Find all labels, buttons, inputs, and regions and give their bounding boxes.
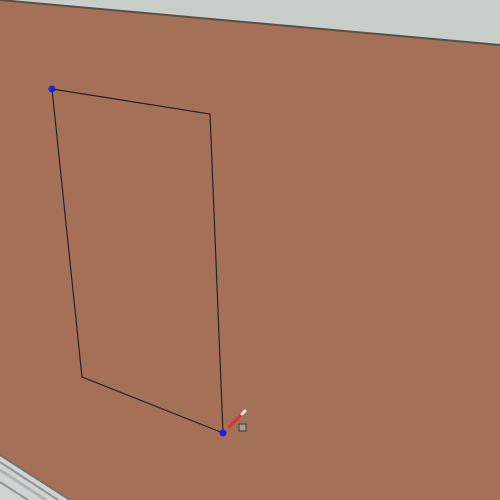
modeling-viewport[interactable]	[0, 0, 500, 500]
cursor-square-icon	[238, 423, 247, 432]
vertex-bottom-right[interactable]	[219, 429, 227, 437]
vertex-top-left[interactable]	[48, 85, 56, 93]
wall-face[interactable]	[0, 0, 500, 500]
3d-scene-canvas[interactable]	[0, 0, 500, 500]
